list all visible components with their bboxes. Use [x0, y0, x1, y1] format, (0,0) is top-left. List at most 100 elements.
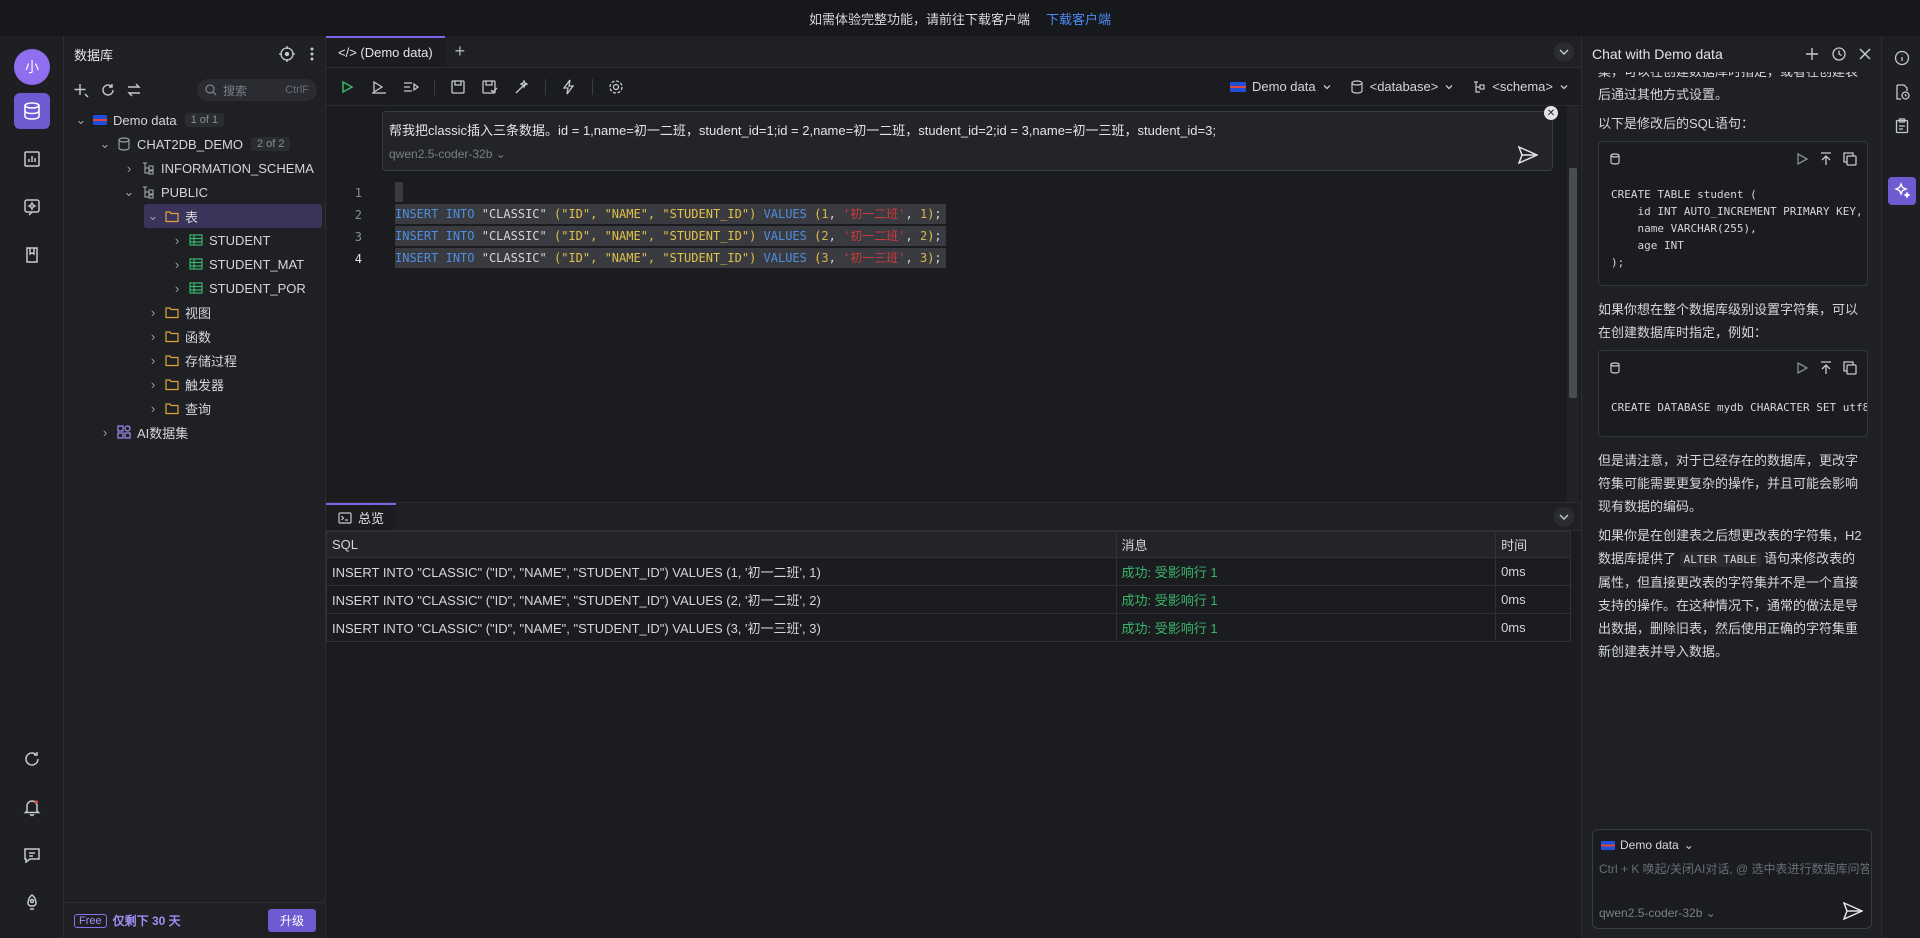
- results-collapse-button[interactable]: [1553, 503, 1581, 530]
- editor-scrollbar[interactable]: [1567, 106, 1579, 502]
- notifications-nav-button[interactable]: [14, 789, 50, 825]
- chevron-right-icon[interactable]: ›: [146, 401, 160, 416]
- chevron-right-icon[interactable]: ›: [170, 257, 184, 272]
- chat-input-box[interactable]: Demo data ⌄ Ctrl + K 唤起/关闭AI对话, @ 选中表进行数…: [1592, 829, 1872, 929]
- tree-table[interactable]: › STUDENT_POR: [170, 276, 306, 300]
- add-tab-button[interactable]: +: [445, 36, 476, 67]
- refresh-nav-button[interactable]: [14, 741, 50, 777]
- tree-connection[interactable]: ⌄ Demo data 1 of 1: [74, 108, 225, 132]
- save-button[interactable]: [449, 78, 467, 96]
- avatar[interactable]: 小: [14, 49, 50, 85]
- dashboard-nav-button[interactable]: [14, 141, 50, 177]
- database-nav-button[interactable]: [14, 93, 50, 129]
- chevron-right-icon[interactable]: ›: [146, 377, 160, 392]
- close-icon[interactable]: [1859, 48, 1871, 60]
- chevron-down-icon[interactable]: ⌄: [122, 184, 136, 199]
- history-icon[interactable]: [1831, 46, 1847, 62]
- code-line[interactable]: INSERT INTO "CLASSIC" ("ID", "NAME", "ST…: [395, 226, 946, 246]
- code-line[interactable]: INSERT INTO "CLASSIC" ("ID", "NAME", "ST…: [395, 248, 946, 268]
- tree-table[interactable]: › STUDENT: [170, 228, 271, 252]
- feedback-nav-button[interactable]: [14, 837, 50, 873]
- ai-assistant-button[interactable]: [1888, 177, 1916, 205]
- table-row[interactable]: INSERT INTO "CLASSIC" ("ID", "NAME", "ST…: [326, 557, 1571, 586]
- play-icon[interactable]: [1795, 361, 1809, 375]
- chevron-right-icon[interactable]: ›: [170, 281, 184, 296]
- connection-select[interactable]: Demo data: [1230, 79, 1332, 94]
- new-chat-icon[interactable]: [1805, 47, 1819, 61]
- history-log-button[interactable]: [1891, 81, 1913, 103]
- send-button[interactable]: [1517, 145, 1539, 167]
- copy-icon[interactable]: [1843, 152, 1857, 166]
- editor-settings-button[interactable]: [607, 78, 625, 96]
- sql-editor[interactable]: 帮我把classic插入三条数据。id = 1,name=初一二班，studen…: [326, 106, 1581, 502]
- database-select[interactable]: <database>: [1350, 79, 1455, 94]
- tree-schema-information[interactable]: › INFORMATION_SCHEMA: [122, 156, 314, 180]
- insert-icon[interactable]: [1819, 152, 1833, 166]
- tree-folder-triggers[interactable]: › 触发器: [146, 372, 224, 396]
- sidebar-search-input[interactable]: 搜索 CtrlF: [197, 79, 317, 101]
- tree-table[interactable]: › STUDENT_MAT: [170, 252, 304, 276]
- run-selected-button[interactable]: [370, 78, 388, 96]
- tree-database[interactable]: ⌄ CHAT2DB_DEMO 2 of 2: [98, 132, 291, 156]
- insert-icon[interactable]: [1819, 361, 1833, 375]
- chevron-down-icon[interactable]: ⌄: [98, 136, 112, 151]
- chat-input-placeholder[interactable]: Ctrl + K 唤起/关闭AI对话, @ 选中表进行数据库问答: [1599, 860, 1869, 877]
- docs-nav-button[interactable]: [14, 237, 50, 273]
- settings-nav-button[interactable]: [14, 885, 50, 921]
- download-client-link[interactable]: 下载客户端: [1046, 9, 1111, 28]
- close-icon[interactable]: ✕: [1544, 106, 1558, 120]
- clipboard-button[interactable]: [1891, 115, 1913, 137]
- chevron-right-icon[interactable]: ›: [170, 233, 184, 248]
- tree-ai-dataset[interactable]: › AI数据集: [98, 420, 188, 444]
- table-row[interactable]: INSERT INTO "CLASSIC" ("ID", "NAME", "ST…: [326, 613, 1571, 642]
- ai-prompt-text[interactable]: 帮我把classic插入三条数据。id = 1,name=初一二班，studen…: [389, 120, 1216, 139]
- scrollbar-thumb[interactable]: [1569, 168, 1577, 398]
- chat-model-select[interactable]: qwen2.5-coder-32b ⌄: [1599, 906, 1716, 920]
- more-vertical-icon[interactable]: [309, 46, 315, 62]
- chat-send-button[interactable]: [1842, 901, 1864, 923]
- chat-title: Chat with Demo data: [1592, 46, 1723, 62]
- chevron-right-icon[interactable]: ›: [122, 161, 136, 176]
- tree-folder-tables[interactable]: ⌄ 表: [144, 204, 322, 228]
- column-header[interactable]: 时间: [1495, 531, 1571, 558]
- column-header[interactable]: 消息: [1115, 531, 1497, 558]
- code-line[interactable]: INSERT INTO "CLASSIC" ("ID", "NAME", "ST…: [395, 204, 946, 224]
- upgrade-button[interactable]: 升级: [267, 909, 316, 932]
- save-as-button[interactable]: [481, 78, 499, 96]
- ai-chat-nav-button[interactable]: [14, 189, 50, 225]
- optimize-button[interactable]: [560, 78, 578, 96]
- tab-overview[interactable]: 总览: [326, 503, 397, 530]
- chevron-down-icon[interactable]: ⌄: [74, 112, 88, 127]
- refresh-icon[interactable]: [100, 82, 116, 98]
- chevron-right-icon[interactable]: ›: [98, 425, 112, 440]
- copy-icon[interactable]: [1843, 361, 1857, 375]
- tree-folder-views[interactable]: › 视图: [146, 300, 211, 324]
- add-connection-icon[interactable]: [72, 81, 90, 99]
- tree-schema-public[interactable]: ⌄ PUBLIC: [122, 180, 208, 204]
- tree-folder-functions[interactable]: › 函数: [146, 324, 211, 348]
- run-button[interactable]: [338, 78, 356, 96]
- tree-folder-queries[interactable]: › 查询: [146, 396, 211, 420]
- info-button[interactable]: [1891, 47, 1913, 69]
- tree-folder-procedures[interactable]: › 存储过程: [146, 348, 237, 372]
- info-icon: [1894, 50, 1910, 66]
- tab-demo-data[interactable]: </> (Demo data): [326, 36, 445, 67]
- ai-inline-prompt[interactable]: 帮我把classic插入三条数据。id = 1,name=初一二班，studen…: [382, 106, 1558, 171]
- explain-button[interactable]: [402, 78, 420, 96]
- play-icon[interactable]: [1795, 152, 1809, 166]
- chevron-down-icon[interactable]: ⌄: [146, 208, 160, 223]
- switch-icon[interactable]: [126, 82, 142, 98]
- format-button[interactable]: [513, 78, 531, 96]
- chevron-right-icon[interactable]: ›: [146, 305, 160, 320]
- target-icon[interactable]: [279, 46, 295, 62]
- schema-select[interactable]: <schema>: [1472, 79, 1569, 94]
- message-cell: 成功: 受影响行 1: [1115, 557, 1497, 586]
- table-row[interactable]: INSERT INTO "CLASSIC" ("ID", "NAME", "ST…: [326, 585, 1571, 614]
- chevron-right-icon[interactable]: ›: [146, 329, 160, 344]
- column-header[interactable]: SQL: [326, 531, 1117, 558]
- tree-label: INFORMATION_SCHEMA: [161, 160, 314, 176]
- chat-connection-select[interactable]: Demo data ⌄: [1601, 838, 1694, 852]
- tabs-dropdown-button[interactable]: [1553, 36, 1581, 67]
- ai-model-select[interactable]: qwen2.5-coder-32b ⌄: [389, 147, 506, 161]
- chevron-right-icon[interactable]: ›: [146, 353, 160, 368]
